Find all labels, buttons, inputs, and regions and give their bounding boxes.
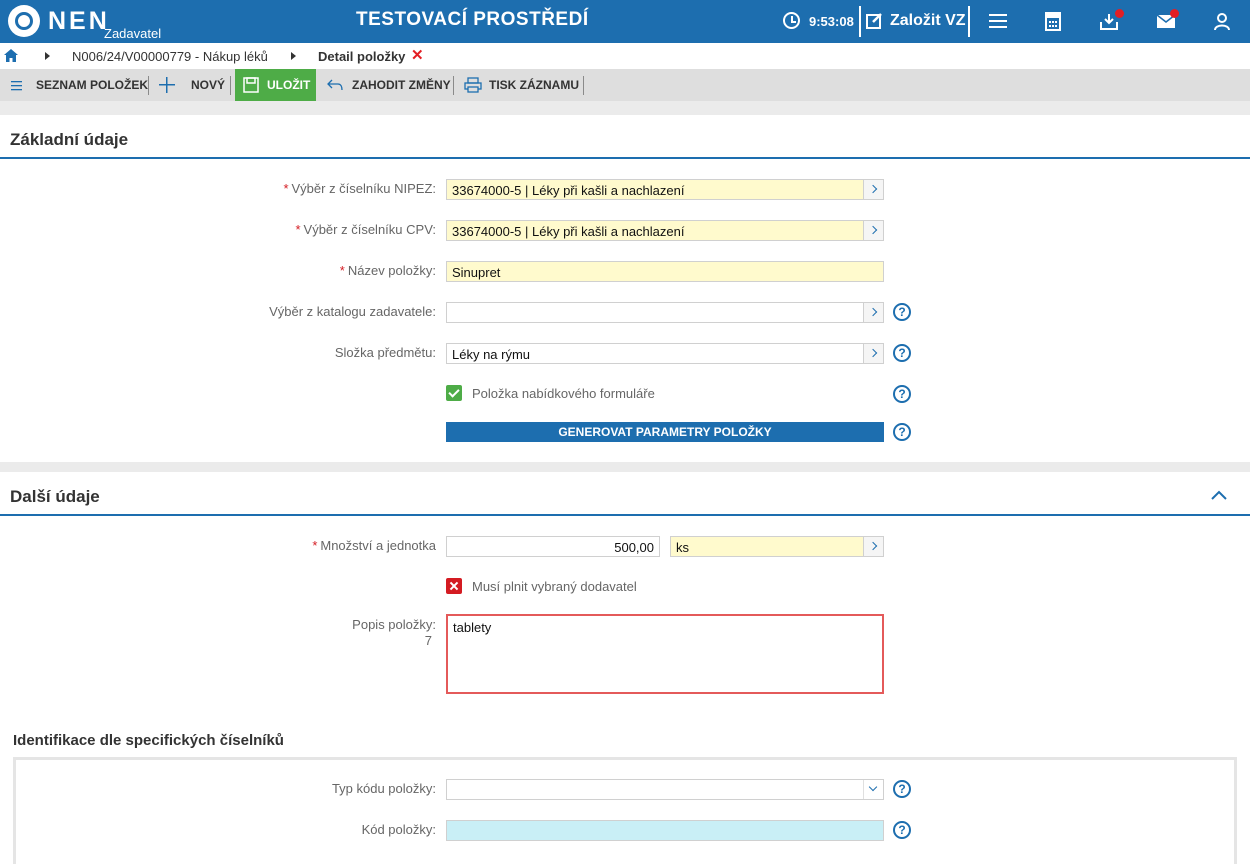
catalog-help-icon[interactable]: ?	[893, 303, 911, 321]
session-time: 9:53:08	[809, 14, 854, 29]
breadcrumb: N006/24/V00000779 - Nákup léků Detail po…	[0, 43, 1250, 69]
required-marker: *	[283, 181, 289, 196]
create-tender-button[interactable]: Založit VZ	[890, 12, 966, 30]
close-icon[interactable]: ✕	[411, 46, 424, 64]
inbox-notification-badge	[1115, 9, 1124, 18]
user-icon[interactable]	[1210, 10, 1234, 32]
catalog-input[interactable]	[446, 302, 884, 323]
nen-logo-icon[interactable]	[8, 5, 40, 37]
identification-title: Identifikace dle specifických číselníků	[13, 732, 284, 749]
code-type-help-icon[interactable]: ?	[893, 780, 911, 798]
header-divider	[968, 6, 970, 37]
mail-notification-badge	[1170, 9, 1179, 18]
breadcrumb-tender-link[interactable]: N006/24/V00000779 - Nákup léků	[72, 49, 268, 64]
basic-data-panel: Základní údaje * Výběr z číselníku NIPEZ:…	[0, 115, 1250, 462]
toolbar-divider	[148, 76, 149, 95]
discard-label: ZAHODIT ZMĚNY	[352, 78, 451, 92]
save-label: ULOŽIT	[267, 78, 311, 92]
header-divider	[859, 6, 861, 37]
cpv-label: * Výběr z číselníku CPV:	[295, 222, 436, 237]
undo-icon	[327, 79, 343, 91]
chevron-down-icon[interactable]	[863, 780, 883, 799]
list-items-label: SEZNAM POLOŽEK	[36, 78, 149, 92]
floppy-disk-icon	[243, 77, 259, 93]
description-textarea[interactable]: tablety	[446, 614, 884, 694]
save-button[interactable]: ULOŽIT	[235, 69, 316, 101]
new-button[interactable]: NOVÝ	[158, 69, 225, 101]
subject-folder-select-arrow-icon[interactable]	[863, 344, 883, 363]
toolbar-divider	[453, 76, 454, 95]
supplier-must-fulfill-checkbox[interactable]	[446, 578, 462, 594]
nipez-select-arrow-icon[interactable]	[863, 180, 883, 199]
breadcrumb-chevron-icon	[291, 52, 296, 60]
edit-icon[interactable]	[866, 12, 883, 29]
description-char-count: 7	[424, 633, 432, 648]
home-icon[interactable]	[4, 49, 18, 62]
quantity-label: * Množství a jednotka	[312, 538, 436, 553]
cpv-select-arrow-icon[interactable]	[863, 221, 883, 240]
required-marker: *	[312, 538, 318, 553]
catalog-select-arrow-icon[interactable]	[863, 303, 883, 322]
other-data-header[interactable]: Další údaje	[0, 472, 1250, 516]
breadcrumb-chevron-icon	[45, 52, 50, 60]
breadcrumb-current: Detail položky	[318, 49, 406, 64]
discard-changes-button[interactable]: ZAHODIT ZMĚNY	[326, 69, 451, 101]
code-help-icon[interactable]: ?	[893, 821, 911, 839]
top-bar: NEN Zadavatel TESTOVACÍ PROSTŘEDÍ 9:53:0…	[0, 0, 1250, 43]
item-name-input[interactable]: Sinupret	[446, 261, 884, 282]
subject-folder-input[interactable]: Léky na rýmu	[446, 343, 884, 364]
generate-parameters-button[interactable]: GENEROVAT PARAMETRY POLOŽKY	[446, 422, 884, 442]
other-data-title: Další údaje	[10, 487, 100, 506]
environment-title: TESTOVACÍ PROSTŘEDÍ	[356, 9, 589, 30]
list-items-button[interactable]: SEZNAM POLOŽEK	[10, 69, 148, 101]
offer-form-checkbox[interactable]	[446, 385, 462, 401]
unit-input[interactable]: ks	[670, 536, 884, 557]
printer-icon	[464, 77, 482, 93]
code-type-select[interactable]	[446, 779, 884, 800]
user-role: Zadavatel	[104, 26, 162, 41]
offer-form-help-icon[interactable]: ?	[893, 385, 911, 403]
required-marker: *	[339, 263, 345, 278]
code-input[interactable]	[446, 820, 884, 841]
offer-form-label: Položka nabídkového formuláře	[472, 386, 655, 401]
clock-icon	[783, 12, 800, 29]
plus-icon	[159, 77, 175, 93]
calculator-icon[interactable]	[1041, 10, 1065, 32]
print-label: TISK ZÁZNAMU	[489, 78, 579, 92]
menu-icon[interactable]	[986, 10, 1010, 32]
generate-parameters-help-icon[interactable]: ?	[893, 423, 911, 441]
toolbar-divider	[230, 76, 231, 95]
cpv-input[interactable]: 33674000-5 | Léky při kašli a nachlazení	[446, 220, 884, 241]
code-type-label: Typ kódu položky:	[331, 781, 436, 796]
code-label: Kód položky:	[361, 822, 436, 837]
required-marker: *	[295, 222, 301, 237]
chevron-up-icon[interactable]	[1210, 489, 1228, 501]
catalog-label: Výběr z katalogu zadavatele:	[269, 304, 436, 319]
list-icon	[11, 81, 22, 91]
basic-data-title: Základní údaje	[10, 130, 129, 149]
nipez-input[interactable]: 33674000-5 | Léky při kašli a nachlazení	[446, 179, 884, 200]
description-label: Popis položky:	[352, 617, 436, 632]
supplier-must-fulfill-label: Musí plnit vybraný dodavatel	[472, 579, 637, 594]
other-data-panel: Další údaje * Množství a jednotka 500,00 …	[0, 472, 1250, 864]
quantity-input[interactable]: 500,00	[446, 536, 660, 557]
identification-box	[13, 757, 1237, 864]
nipez-label: * Výběr z číselníku NIPEZ:	[283, 181, 436, 196]
toolbar-divider	[583, 76, 584, 95]
subject-folder-label: Složka předmětu:	[334, 345, 436, 360]
unit-select-arrow-icon[interactable]	[863, 537, 883, 556]
new-label: NOVÝ	[191, 78, 226, 92]
brand-name[interactable]: NEN	[48, 7, 110, 36]
toolbar: SEZNAM POLOŽEK NOVÝ ULOŽIT ZAHODIT ZMĚNY…	[0, 69, 1250, 101]
print-record-button[interactable]: TISK ZÁZNAMU	[464, 69, 579, 101]
basic-data-header: Základní údaje	[0, 115, 1250, 159]
item-name-label: * Název položky:	[339, 263, 436, 278]
subject-folder-help-icon[interactable]: ?	[893, 344, 911, 362]
